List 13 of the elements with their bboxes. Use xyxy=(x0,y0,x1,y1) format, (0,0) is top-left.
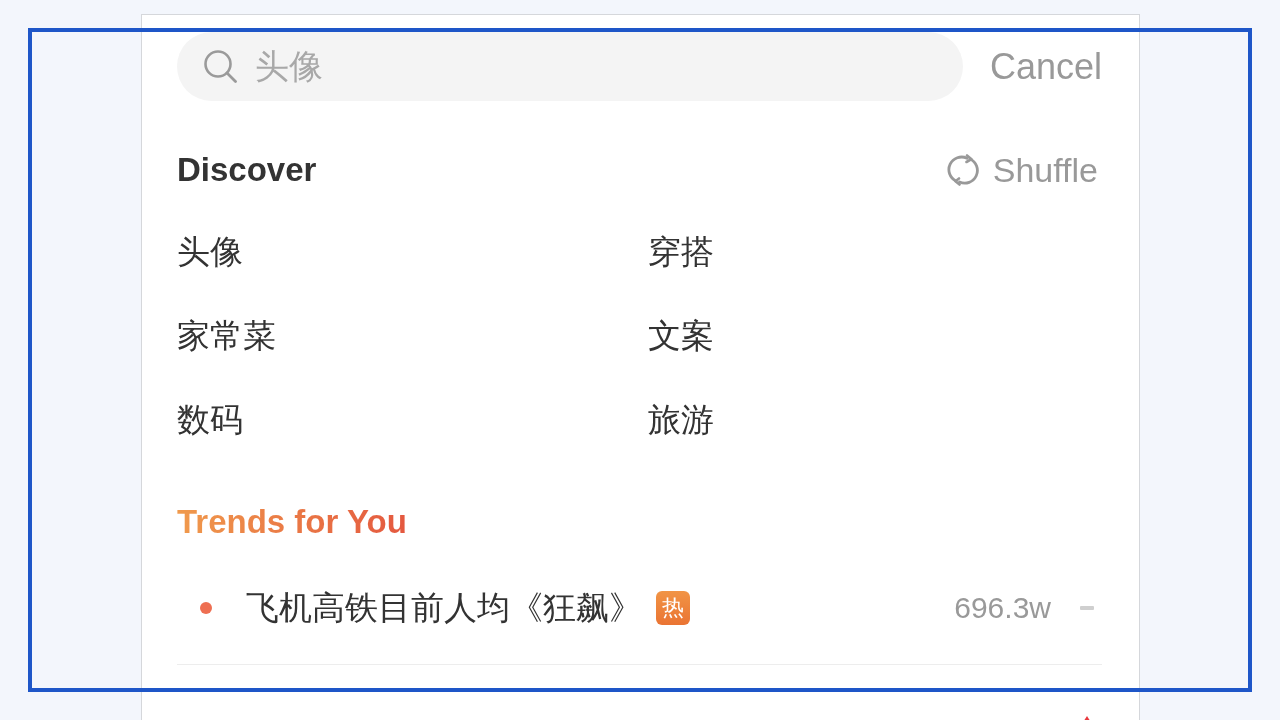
discover-link[interactable]: 穿搭 xyxy=(648,229,714,275)
count-text: 696.3w xyxy=(954,591,1051,625)
discover-link[interactable]: 旅游 xyxy=(648,397,714,443)
tag-label: 热 xyxy=(656,591,690,625)
refresh-icon xyxy=(946,154,979,186)
section-title: Discover xyxy=(177,151,317,189)
discover-link[interactable]: 家常菜 xyxy=(177,313,276,359)
discover-link[interactable]: 头像 xyxy=(177,229,243,275)
trend-title[interactable]: 飞机高铁目前人均《狂飙》 xyxy=(246,585,642,631)
discover-link[interactable]: 数码 xyxy=(177,397,243,443)
search-icon xyxy=(203,49,237,83)
discover-link[interactable]: 文案 xyxy=(648,313,714,359)
search-field[interactable]: 头像 xyxy=(177,32,963,101)
